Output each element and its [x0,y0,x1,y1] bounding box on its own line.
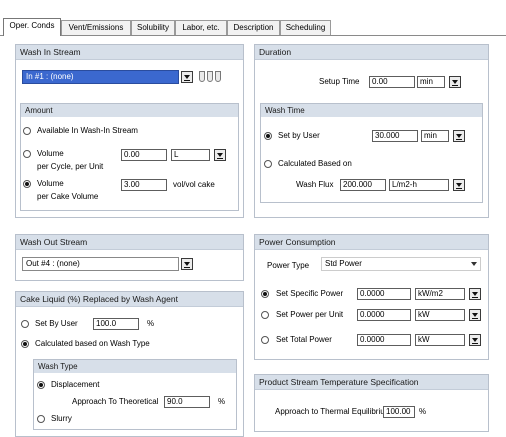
volume-per-cake-sublabel: per Cake Volume [37,192,99,201]
tab-solubility[interactable]: Solubility [131,20,175,35]
specific-power-label: Set Specific Power [276,289,344,298]
setup-time-label: Setup Time [319,77,360,86]
cake-liquid-field[interactable]: 100.0 [93,318,139,330]
temperature-spec-group: Product Stream Temperature Specification… [254,374,489,432]
volume-per-cake-field[interactable]: 3.00 [121,179,167,191]
volume-per-cake-radio[interactable] [23,180,31,188]
cake-liquid-group: Cake Liquid (%) Replaced by Wash Agent S… [15,291,244,437]
cake-liquid-header: Cake Liquid (%) Replaced by Wash Agent [16,292,243,307]
duration-header: Duration [255,45,488,60]
wash-time-field[interactable]: 30.000 [372,130,418,142]
thermal-equilibrium-label: Approach to Thermal Equilibrium [275,407,392,416]
total-power-label: Set Total Power [276,335,332,344]
volume-per-cycle-radio[interactable] [23,150,31,158]
vial-icon [207,71,213,82]
volume-per-cycle-sublabel: per Cycle, per Unit [37,162,104,171]
wash-time-calculated-label: Calculated Based on [278,159,352,168]
chevron-down-icon [471,262,477,266]
approach-theoretical-label: Approach To Theoretical [72,397,159,406]
tab-divider [0,35,506,36]
approach-theoretical-unit: % [218,397,226,406]
specific-power-unit-dropdown[interactable] [469,288,481,300]
vial-icon [215,71,221,82]
wash-flux-unit[interactable]: L/m2-h [389,179,449,191]
approach-theoretical-field[interactable]: 90.0 [164,396,210,408]
volume-per-cycle-unit-dropdown[interactable] [214,149,226,161]
temperature-spec-header: Product Stream Temperature Specification [255,375,488,390]
power-type-value: Std Power [325,259,362,268]
wash-in-stream-group: Wash In Stream In #1 : (none) Amount Ava… [15,44,244,218]
volume-per-cake-unit: vol/vol cake [173,180,215,189]
power-consumption-header: Power Consumption [255,235,488,250]
available-radio[interactable] [23,127,31,135]
wash-time-set-by-user-label: Set by User [278,131,320,140]
wash-time-unit-dropdown[interactable] [453,130,465,142]
wash-in-stream-select[interactable]: In #1 : (none) [22,70,179,84]
power-per-unit-radio[interactable] [261,311,269,319]
amount-subgroup: Amount Available In Wash-In Stream Volum… [20,103,239,211]
tab-bar: Oper. Conds Vent/Emissions Solubility La… [0,0,506,36]
wash-in-stream-dropdown-button[interactable] [181,71,193,83]
cake-liquid-calculated-radio[interactable] [21,340,29,348]
total-power-field[interactable]: 0.0000 [357,334,411,346]
tab-description[interactable]: Description [227,20,280,35]
power-per-unit-unit-dropdown[interactable] [469,309,481,321]
wash-out-stream-select[interactable]: Out #4 : (none) [22,257,179,271]
total-power-radio[interactable] [261,336,269,344]
setup-time-unit[interactable]: min [417,76,445,88]
wash-in-stream-header: Wash In Stream [16,45,243,60]
wash-out-stream-dropdown-button[interactable] [181,258,193,270]
cake-liquid-set-by-user-label: Set By User [35,319,78,328]
cake-liquid-unit: % [147,319,155,328]
power-type-label: Power Type [267,261,310,270]
setup-time-unit-dropdown[interactable] [449,76,461,88]
wash-flux-field[interactable]: 200.000 [340,179,386,191]
wash-type-subgroup: Wash Type Displacement Approach To Theor… [33,359,237,430]
volume-per-cycle-unit[interactable]: L [171,149,210,161]
volume-per-cycle-field[interactable]: 0.00 [121,149,167,161]
wash-out-stream-group: Wash Out Stream Out #4 : (none) [15,234,244,281]
wash-time-set-by-user-radio[interactable] [264,132,272,140]
wash-flux-unit-dropdown[interactable] [453,179,465,191]
available-label: Available In Wash-In Stream [37,126,138,135]
volume-per-cake-label: Volume [37,179,64,188]
tab-vent-emissions[interactable]: Vent/Emissions [61,20,131,35]
setup-time-field[interactable]: 0.00 [369,76,415,88]
tab-oper-conds[interactable]: Oper. Conds [3,18,61,36]
tab-labor[interactable]: Labor, etc. [175,20,227,35]
cake-liquid-calculated-label: Calculated based on Wash Type [35,339,150,348]
thermal-equilibrium-unit: % [419,407,427,416]
power-type-select[interactable]: Std Power [321,257,481,271]
power-per-unit-label: Set Power per Unit [276,310,344,319]
slurry-radio[interactable] [37,415,45,423]
wash-out-stream-header: Wash Out Stream [16,235,243,250]
total-power-unit[interactable]: kW [415,334,465,346]
displacement-radio[interactable] [37,381,45,389]
wash-time-unit[interactable]: min [421,130,449,142]
wash-time-calculated-radio[interactable] [264,160,272,168]
wash-type-header: Wash Type [34,360,236,373]
tab-scheduling[interactable]: Scheduling [280,20,331,35]
power-consumption-group: Power Consumption Power Type Std Power S… [254,234,489,360]
cake-liquid-set-by-user-radio[interactable] [21,320,29,328]
vial-icon [199,71,205,82]
slurry-label: Slurry [51,414,72,423]
total-power-unit-dropdown[interactable] [469,334,481,346]
power-per-unit-unit[interactable]: kW [415,309,465,321]
specific-power-field[interactable]: 0.0000 [357,288,411,300]
wash-flux-label: Wash Flux [296,180,334,189]
specific-power-radio[interactable] [261,290,269,298]
displacement-label: Displacement [51,380,100,389]
duration-group: Duration Setup Time 0.00 min Wash Time S… [254,44,489,218]
specific-power-unit[interactable]: kW/m2 [415,288,465,300]
thermal-equilibrium-field[interactable]: 100.00 [383,406,415,418]
wash-time-subgroup: Wash Time Set by User 30.000 min Calcula… [260,103,483,203]
power-per-unit-field[interactable]: 0.0000 [357,309,411,321]
volume-per-cycle-label: Volume [37,149,64,158]
amount-header: Amount [21,104,238,117]
wash-time-header: Wash Time [261,104,482,117]
